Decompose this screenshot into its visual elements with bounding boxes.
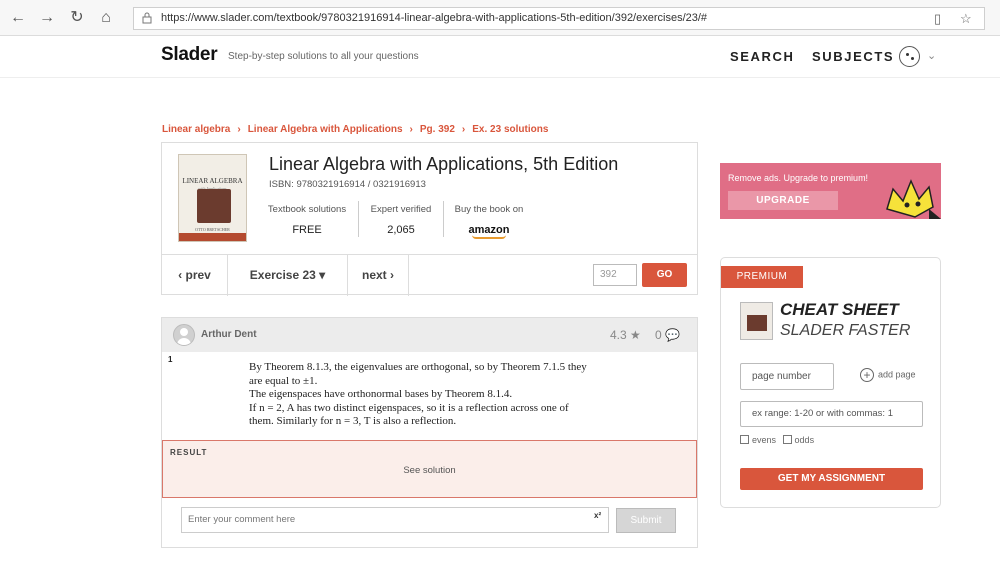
divider <box>358 201 359 237</box>
go-button[interactable]: GO <box>642 263 687 287</box>
breadcrumb: Linear algebra › Linear Algebra with Appli… <box>162 124 548 135</box>
odds-label: odds <box>794 435 815 445</box>
subjects-link[interactable]: SUBJECTS <box>812 49 894 64</box>
search-link[interactable]: SEARCH <box>730 49 795 64</box>
solution-line: them. Similarly for n = 3, T is also a r… <box>249 415 457 427</box>
stat-solutions-label: Textbook solutions <box>267 204 347 215</box>
solution-line: are equal to ±1. <box>249 374 318 387</box>
solution-line: By Theorem 8.1.3, the eigenvalues are or… <box>249 361 587 373</box>
page-input[interactable]: 392 <box>593 264 637 286</box>
superscript-icon[interactable]: x² <box>594 511 601 520</box>
breadcrumb-linear-algebra[interactable]: Linear algebra <box>162 124 230 135</box>
ad-banner[interactable]: Remove ads. Upgrade to premium! UPGRADE <box>720 163 941 219</box>
evens-label: evens <box>752 435 777 445</box>
browser-toolbar: ← → ↻ ⌂ https://www.slader.com/textbook/… <box>0 0 1000 36</box>
url-text: https://www.slader.com/textbook/97803219… <box>161 12 708 24</box>
solution-header: Arthur Dent 4.3 ★ 0 💬 <box>162 318 697 352</box>
evens-checkbox[interactable] <box>740 435 749 444</box>
upgrade-button[interactable]: UPGRADE <box>728 191 838 210</box>
reading-view-icon[interactable]: ▯ <box>934 11 941 27</box>
stat-verified-label: Expert verified <box>370 204 432 215</box>
premium-tag: PREMIUM <box>721 266 803 288</box>
odds-checkbox[interactable] <box>782 435 792 444</box>
cheat-sheet-title: CHEAT SHEET <box>780 300 899 319</box>
favorite-star-icon[interactable]: ☆ <box>960 11 972 27</box>
isbn: ISBN: 9780321916914 / 0321916913 <box>269 179 426 190</box>
breadcrumb-separator: › <box>409 124 413 135</box>
book-card: LINEAR ALGEBRA with Applications OTTO BR… <box>161 142 698 296</box>
ad-text: Remove ads. Upgrade to premium! <box>728 173 869 183</box>
author-name[interactable]: Arthur Dent <box>201 329 257 340</box>
tagline: Step-by-step solutions to all your quest… <box>228 51 419 62</box>
plus-icon: + <box>860 368 874 382</box>
slader-logo[interactable]: Slader <box>161 44 218 66</box>
forward-icon[interactable]: → <box>37 8 57 28</box>
solution-text: By Theorem 8.1.3, the eigenvalues are or… <box>249 361 629 429</box>
premium-card: PREMIUM CHEAT SHEET SLADER FASTER page n… <box>720 257 941 508</box>
lock-icon <box>142 12 152 24</box>
crown-icon <box>886 179 941 219</box>
address-bar[interactable]: https://www.slader.com/textbook/97803219… <box>133 7 985 30</box>
amazon-text: amazon <box>468 224 510 236</box>
breadcrumb-separator: › <box>461 124 466 135</box>
stat-verified-value: 2,065 <box>387 224 415 236</box>
cover-title: LINEAR ALGEBRA <box>182 177 243 185</box>
exercise-nav: ‹ prev Exercise 23 ▾ next › 392 GO <box>162 254 697 296</box>
stat-buy: Buy the book on amazon <box>450 204 528 244</box>
breadcrumb-book[interactable]: Linear Algebra with Applications <box>248 124 403 135</box>
add-page-button[interactable]: + add page <box>860 368 916 382</box>
site-header: Slader Step-by-step solutions to all you… <box>0 36 1000 78</box>
get-assignment-button[interactable]: GET MY ASSIGNMENT <box>740 468 923 490</box>
comments-count[interactable]: 0 💬 <box>655 328 680 342</box>
refresh-icon[interactable]: ↻ <box>67 8 87 28</box>
page-number-input[interactable]: page number <box>740 363 834 390</box>
parity-filters: evens odds <box>740 435 814 445</box>
prev-button[interactable]: ‹ prev <box>162 255 227 296</box>
comment-input[interactable]: Enter your comment here <box>181 507 609 533</box>
cover-author: OTTO BRETSCHER <box>195 227 230 232</box>
solution-card: Arthur Dent 4.3 ★ 0 💬 1 By Theorem 8.1.3… <box>161 317 698 548</box>
cover-strip <box>179 233 246 241</box>
solution-line: If n = 2, A has two distinct eigenspaces… <box>249 401 569 414</box>
cheat-sheet-book-icon <box>740 302 773 340</box>
stat-buy-label: Buy the book on <box>454 204 524 215</box>
cheat-sheet-subtitle: SLADER FASTER <box>780 322 911 339</box>
exercise-dropdown[interactable]: Exercise 23 ▾ <box>228 255 347 296</box>
book-title: Linear Algebra with Applications, 5th Ed… <box>269 154 619 174</box>
result-label: RESULT <box>170 448 208 457</box>
divider <box>408 255 409 296</box>
user-avatar[interactable] <box>899 46 920 67</box>
solution-line: The eigenspaces have orthonormal bases b… <box>249 388 513 400</box>
amazon-logo[interactable]: amazon <box>450 224 528 239</box>
back-icon[interactable]: ← <box>8 8 28 28</box>
exercise-range-input[interactable]: ex range: 1-20 or with commas: 1 <box>740 401 923 427</box>
rating[interactable]: 4.3 ★ <box>610 328 641 342</box>
add-page-label: add page <box>878 369 916 380</box>
see-solution-link[interactable]: See solution <box>163 465 696 476</box>
breadcrumb-page[interactable]: Pg. 392 <box>420 124 455 135</box>
stat-solutions: Textbook solutions FREE <box>266 204 348 244</box>
breadcrumb-exercise[interactable]: Ex. 23 solutions <box>472 124 548 135</box>
chevron-down-icon[interactable]: ⌄ <box>927 49 936 62</box>
stat-solutions-value: FREE <box>292 224 322 236</box>
stat-verified: Expert verified 2,065 <box>364 204 438 244</box>
divider <box>443 201 444 237</box>
home-icon[interactable]: ⌂ <box>96 8 116 28</box>
author-avatar[interactable] <box>173 324 195 346</box>
book-cover[interactable]: LINEAR ALGEBRA with Applications OTTO BR… <box>178 154 247 242</box>
cover-image <box>197 189 231 223</box>
submit-button[interactable]: Submit <box>616 508 676 533</box>
next-button[interactable]: next › <box>348 255 408 296</box>
result-box: RESULT See solution <box>162 440 697 498</box>
breadcrumb-separator: › <box>237 124 241 135</box>
step-number: 1 <box>168 355 173 364</box>
